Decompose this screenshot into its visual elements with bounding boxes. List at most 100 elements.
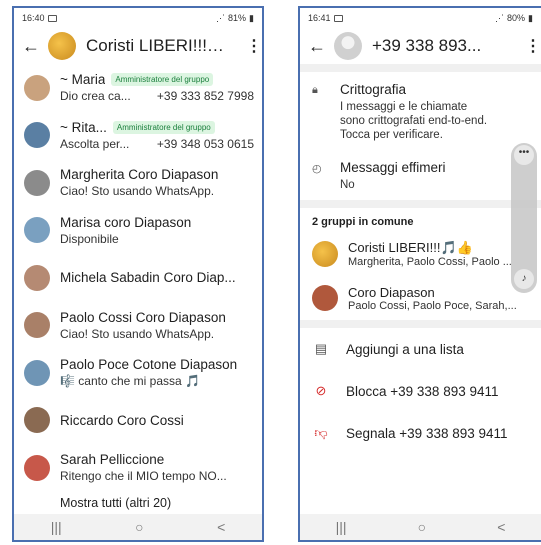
member-name: Michela Sabadin Coro Diap...	[60, 270, 236, 286]
report-label: Segnala +39 338 893 9411	[346, 425, 508, 441]
group-name: Coristi LIBERI!!!🎵👍	[348, 240, 473, 255]
list-item[interactable]: Sarah Pelliccione Ritengo che il MIO tem…	[14, 444, 262, 492]
member-name: Riccardo Coro Cossi	[60, 412, 184, 428]
battery-level: 81%	[228, 13, 247, 23]
add-to-list-button[interactable]: ▤ Aggiungi a una lista	[300, 328, 541, 370]
avatar[interactable]	[24, 312, 50, 339]
status-bar: 16:40 ⋰ 81% ▮	[14, 8, 262, 28]
battery-icon: ▮	[249, 12, 254, 23]
back-nav-icon[interactable]: <	[217, 519, 225, 535]
group-info-screen: 16:40 ⋰ 81% ▮ ← Coristi LIBERI!!!🎵... ⋮ …	[12, 6, 264, 542]
add-to-list-label: Aggiungi a una lista	[346, 341, 464, 357]
member-phone: +39 348 053 0615	[156, 136, 254, 151]
encryption-line-3: Tocca per verificare.	[340, 129, 443, 141]
more-options-icon[interactable]: ⋮	[525, 36, 541, 56]
home-icon[interactable]: ○	[135, 519, 143, 535]
battery-level: 80%	[507, 13, 526, 23]
list-item[interactable]: Riccardo Coro Cossi	[14, 397, 262, 445]
member-status: Ciao! Sto usando WhatsApp.	[60, 184, 215, 199]
back-arrow-icon[interactable]: ←	[22, 37, 40, 55]
common-groups-header: 2 gruppi in comune	[312, 216, 414, 228]
gallery-notification-icon	[333, 14, 343, 22]
member-status: Ritengo che il MIO tempo NO...	[60, 469, 227, 484]
avatar[interactable]	[24, 264, 50, 291]
status-bar: 16:41 ⋰ 80% ▮	[300, 8, 541, 28]
avatar[interactable]	[24, 169, 50, 196]
avatar[interactable]	[24, 74, 50, 101]
list-item[interactable]: Marisa coro Diapason Disponibile	[14, 207, 262, 255]
list-add-icon: ▤	[314, 341, 328, 356]
app-bar: ← Coristi LIBERI!!!🎵... ⋮	[14, 28, 262, 64]
ephemeral-title: Messaggi effimeri	[340, 160, 446, 175]
list-item[interactable]: Coristi LIBERI!!!🎵👍 Margherita, Paolo Co…	[300, 232, 541, 276]
contact-title[interactable]: +39 338 893...	[372, 36, 515, 56]
member-name: Margherita Coro Diapason	[60, 167, 219, 183]
group-avatar[interactable]	[48, 32, 76, 60]
group-name: Coro Diapason	[348, 284, 435, 300]
list-item[interactable]: ~ Maria Amministratore del gruppo Dio cr…	[14, 64, 262, 112]
wifi-signal-icon: ⋰	[495, 12, 505, 23]
back-arrow-icon[interactable]: ←	[308, 37, 326, 55]
avatar[interactable]	[312, 241, 338, 267]
group-title[interactable]: Coristi LIBERI!!!🎵...	[86, 36, 236, 56]
member-status: Dio crea ca...	[60, 89, 131, 104]
block-contact-button[interactable]: ⊘ Blocca +39 338 893 9411	[300, 370, 541, 412]
ephemeral-messages-row[interactable]: ◴ Messaggi effimeri No	[300, 150, 541, 200]
music-note-icon[interactable]: ♪	[514, 269, 534, 289]
admin-badge: Amministratore del gruppo	[111, 73, 214, 87]
divider	[300, 64, 541, 72]
more-options-icon[interactable]: ⋮	[246, 36, 262, 56]
block-icon: ⊘	[315, 383, 327, 398]
list-item[interactable]: Coro Diapason Paolo Cossi, Paolo Poce, S…	[300, 276, 541, 320]
admin-badge: Amministratore del gruppo	[112, 120, 215, 134]
clock: 16:41	[308, 13, 331, 23]
member-status: 🎼 canto che mi passa 🎵	[60, 374, 200, 389]
timer-icon: ◴	[312, 163, 322, 175]
divider	[300, 200, 541, 208]
list-item[interactable]: Paolo Poce Cotone Diapason 🎼 canto che m…	[14, 349, 262, 397]
member-name: Sarah Pelliccione	[60, 452, 165, 468]
more-dots-icon[interactable]: •••	[514, 145, 534, 165]
avatar[interactable]	[312, 285, 338, 311]
recents-icon[interactable]: |||	[51, 519, 62, 535]
divider	[300, 320, 541, 328]
member-name: Marisa coro Diapason	[60, 214, 192, 230]
list-item[interactable]: Paolo Cossi Coro Diapason Ciao! Sto usan…	[14, 302, 262, 350]
list-item[interactable]: Michela Sabadin Coro Diap...	[14, 254, 262, 302]
system-nav-bar: ||| ○ <	[300, 514, 541, 540]
thumbs-down-icon: 👎︎	[314, 425, 328, 440]
wifi-signal-icon: ⋰	[216, 12, 226, 23]
avatar[interactable]	[24, 122, 50, 149]
avatar[interactable]	[24, 359, 50, 386]
encryption-line-1: I messaggi e le chiamate	[340, 101, 468, 113]
default-avatar-icon[interactable]	[334, 32, 362, 60]
ephemeral-value: No	[340, 179, 355, 191]
member-phone: +39 333 852 7998	[156, 89, 254, 104]
system-nav-bar: ||| ○ <	[14, 514, 262, 540]
member-name: ~ Maria	[60, 72, 106, 88]
battery-icon: ▮	[528, 12, 533, 23]
member-list: ~ Maria Amministratore del gruppo Dio cr…	[14, 64, 262, 510]
avatar[interactable]	[24, 454, 50, 481]
recents-icon[interactable]: |||	[336, 519, 347, 535]
group-members: Paolo Cossi, Paolo Poce, Sarah,...	[348, 299, 517, 312]
lock-icon: 🔒︎	[312, 84, 318, 96]
avatar[interactable]	[24, 217, 50, 244]
group-members: Margherita, Paolo Cossi, Paolo ...	[348, 256, 512, 268]
member-status: Disponibile	[60, 231, 119, 246]
list-item[interactable]: Margherita Coro Diapason Ciao! Sto usand…	[14, 159, 262, 207]
report-contact-button[interactable]: 👎︎ Segnala +39 338 893 9411	[300, 412, 541, 454]
member-name: ~ Rita...	[60, 119, 107, 135]
floating-panel-handle[interactable]: ••• ♪	[511, 143, 537, 293]
home-icon[interactable]: ○	[418, 519, 426, 535]
encryption-row[interactable]: 🔒︎ Crittografia I messaggi e le chiamate…	[300, 72, 541, 150]
encryption-line-2: sono crittografati end-to-end.	[340, 115, 488, 127]
show-all-members-link[interactable]: Mostra tutti (altri 20)	[14, 496, 262, 510]
avatar[interactable]	[24, 407, 50, 434]
app-bar: ← +39 338 893... ⋮	[300, 28, 541, 64]
clock: 16:40	[22, 13, 45, 23]
member-status: Ciao! Sto usando WhatsApp.	[60, 326, 215, 341]
back-nav-icon[interactable]: <	[497, 519, 505, 535]
list-item[interactable]: ~ Rita... Amministratore del gruppo Asco…	[14, 112, 262, 160]
gallery-notification-icon	[47, 14, 57, 22]
